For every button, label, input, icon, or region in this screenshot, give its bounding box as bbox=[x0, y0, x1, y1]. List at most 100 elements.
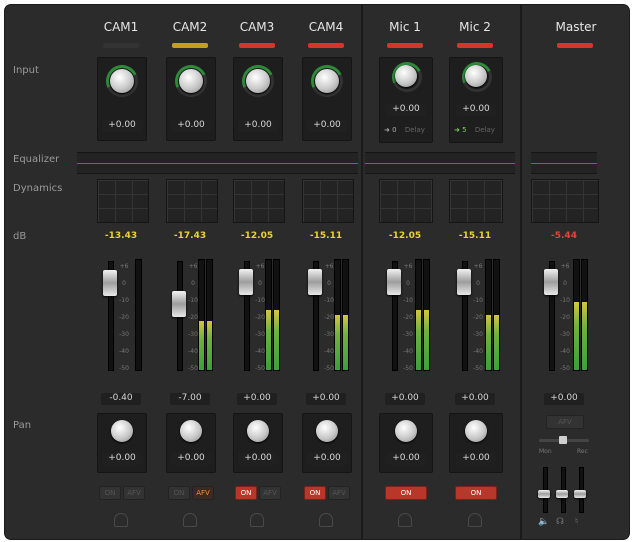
fader-scale-tick: -30 bbox=[403, 331, 413, 338]
headphone-icon[interactable] bbox=[250, 513, 264, 527]
pan-knob[interactable] bbox=[111, 420, 133, 442]
fader-scale-tick: -10 bbox=[119, 297, 129, 304]
fader-value[interactable]: +0.00 bbox=[455, 393, 495, 405]
fader-knob[interactable] bbox=[308, 269, 322, 295]
tally-indicator bbox=[239, 43, 275, 48]
delay-control[interactable]: ➜ 0 Delay bbox=[384, 126, 430, 136]
pan-value[interactable]: +0.00 bbox=[307, 453, 347, 465]
input-gain-knob[interactable] bbox=[395, 65, 417, 87]
fader-value[interactable]: +0.00 bbox=[306, 393, 346, 405]
dynamics-graph-cam3[interactable] bbox=[233, 179, 285, 223]
dynamics-graph-cam2[interactable] bbox=[166, 179, 218, 223]
dynamics-graph-cam4[interactable] bbox=[302, 179, 354, 223]
mini-fader-speaker-knob[interactable] bbox=[538, 490, 550, 498]
input-gain-panel: +0.00 bbox=[302, 57, 352, 141]
pan-knob[interactable] bbox=[465, 420, 487, 442]
fader-scale-tick: -20 bbox=[119, 314, 129, 321]
row-label-pan: Pan bbox=[13, 420, 32, 431]
fader-value[interactable]: +0.00 bbox=[385, 393, 425, 405]
equalizer-row-mics[interactable] bbox=[365, 152, 515, 174]
monitor-balance-handle[interactable] bbox=[559, 436, 567, 444]
dynamics-graph-mic1[interactable] bbox=[379, 179, 433, 223]
channel-afv-button[interactable]: AFV bbox=[123, 486, 145, 500]
level-meter-right bbox=[342, 259, 349, 371]
dynamics-graph-mic2[interactable] bbox=[449, 179, 503, 223]
input-gain-value[interactable]: +0.00 bbox=[102, 120, 142, 132]
dynamics-graph-cam1[interactable] bbox=[97, 179, 149, 223]
input-gain-value[interactable]: +0.00 bbox=[456, 104, 496, 116]
channel-name: CAM2 bbox=[172, 20, 208, 34]
input-gain-value[interactable]: +0.00 bbox=[386, 104, 426, 116]
pan-value[interactable]: +0.00 bbox=[102, 453, 142, 465]
input-gain-value[interactable]: +0.00 bbox=[171, 120, 211, 132]
input-gain-knob[interactable] bbox=[110, 69, 134, 93]
speaker-icon: 🔈 bbox=[538, 517, 550, 527]
tally-indicator bbox=[457, 43, 493, 48]
channel-afv-button[interactable]: AFV bbox=[328, 486, 350, 500]
fader-knob[interactable] bbox=[103, 270, 117, 297]
headphone-icon[interactable] bbox=[398, 513, 412, 527]
headphone-icon[interactable] bbox=[319, 513, 333, 527]
input-gain-panel: +0.00 bbox=[233, 57, 283, 141]
channel-on-button[interactable]: ON bbox=[99, 486, 121, 500]
headphone-icon[interactable] bbox=[114, 513, 128, 527]
fader-scale-tick: +6 bbox=[119, 263, 129, 270]
input-gain-knob[interactable] bbox=[179, 69, 203, 93]
fader-scale-tick: -40 bbox=[119, 348, 129, 355]
fader-value[interactable]: +0.00 bbox=[237, 393, 277, 405]
fader-scale-tick: +6 bbox=[324, 263, 334, 270]
channel-afv-button[interactable]: AFV bbox=[259, 486, 281, 500]
headphone-icon[interactable] bbox=[183, 513, 197, 527]
fader-knob[interactable] bbox=[172, 291, 186, 318]
master-equalizer-graph[interactable] bbox=[531, 152, 597, 174]
fader-scale-tick: -50 bbox=[473, 365, 483, 372]
fader-scale-tick: -50 bbox=[403, 365, 413, 372]
pan-panel: +0.00 bbox=[97, 413, 147, 473]
fader-scale-tick: -50 bbox=[560, 365, 570, 372]
channel-on-button[interactable]: ON bbox=[455, 486, 497, 500]
pan-knob[interactable] bbox=[247, 420, 269, 442]
pan-value[interactable]: +0.00 bbox=[456, 453, 496, 465]
equalizer-row-cams[interactable] bbox=[77, 152, 358, 174]
master-dynamics-graph[interactable] bbox=[531, 179, 599, 223]
mini-fader-headphone-knob[interactable] bbox=[556, 490, 568, 498]
fader-scale-tick: 0 bbox=[122, 280, 126, 287]
input-gain-knob[interactable] bbox=[246, 69, 270, 93]
pan-knob[interactable] bbox=[180, 420, 202, 442]
input-gain-value[interactable]: +0.00 bbox=[307, 120, 347, 132]
pan-value[interactable]: +0.00 bbox=[386, 453, 426, 465]
delay-value: 5 bbox=[462, 126, 467, 134]
input-gain-value[interactable]: +0.00 bbox=[238, 120, 278, 132]
delay-control[interactable]: ➜ 5 Delay bbox=[454, 126, 500, 136]
input-gain-knob[interactable] bbox=[465, 65, 487, 87]
level-meter-right bbox=[423, 259, 430, 371]
mini-fader-talkback-knob[interactable] bbox=[574, 490, 586, 498]
channel-on-button[interactable]: ON bbox=[385, 486, 427, 500]
pan-knob[interactable] bbox=[316, 420, 338, 442]
input-gain-knob[interactable] bbox=[315, 69, 339, 93]
headphone-icon[interactable] bbox=[468, 513, 482, 527]
level-meter-left bbox=[334, 259, 341, 371]
fader-knob[interactable] bbox=[239, 269, 253, 295]
channel-strip-cam4: CAM4 +0.00 -15.11 +0.00 +0.00 ON AFV +6 0… bbox=[298, 5, 354, 539]
fader-value[interactable]: -0.40 bbox=[101, 393, 141, 405]
fader-knob[interactable] bbox=[544, 269, 558, 295]
channel-strip-cam1: CAM1 +0.00 -13.43 -0.40 +0.00 ON AFV +6 0… bbox=[93, 5, 149, 539]
pan-knob[interactable] bbox=[395, 420, 417, 442]
channel-on-button[interactable]: ON bbox=[168, 486, 190, 500]
fader-scale-tick: -10 bbox=[560, 297, 570, 304]
channel-name: CAM3 bbox=[239, 20, 275, 34]
pan-value[interactable]: +0.00 bbox=[171, 453, 211, 465]
fader-value[interactable]: +0.00 bbox=[544, 393, 584, 405]
fader-knob[interactable] bbox=[457, 269, 471, 295]
fader-value[interactable]: -7.00 bbox=[170, 393, 210, 405]
pan-value[interactable]: +0.00 bbox=[238, 453, 278, 465]
channel-on-button[interactable]: ON bbox=[304, 486, 326, 500]
delay-label: Delay bbox=[404, 126, 425, 134]
fader-scale-tick: -40 bbox=[255, 348, 265, 355]
master-afv-button[interactable]: AFV bbox=[546, 415, 584, 429]
channel-afv-button[interactable]: AFV bbox=[192, 486, 214, 500]
channel-on-button[interactable]: ON bbox=[235, 486, 257, 500]
channel-strip-mic2: Mic 2 +0.00 ➜ 5 Delay -15.11 +0.00 +0.00… bbox=[445, 5, 505, 539]
fader-knob[interactable] bbox=[387, 269, 401, 295]
